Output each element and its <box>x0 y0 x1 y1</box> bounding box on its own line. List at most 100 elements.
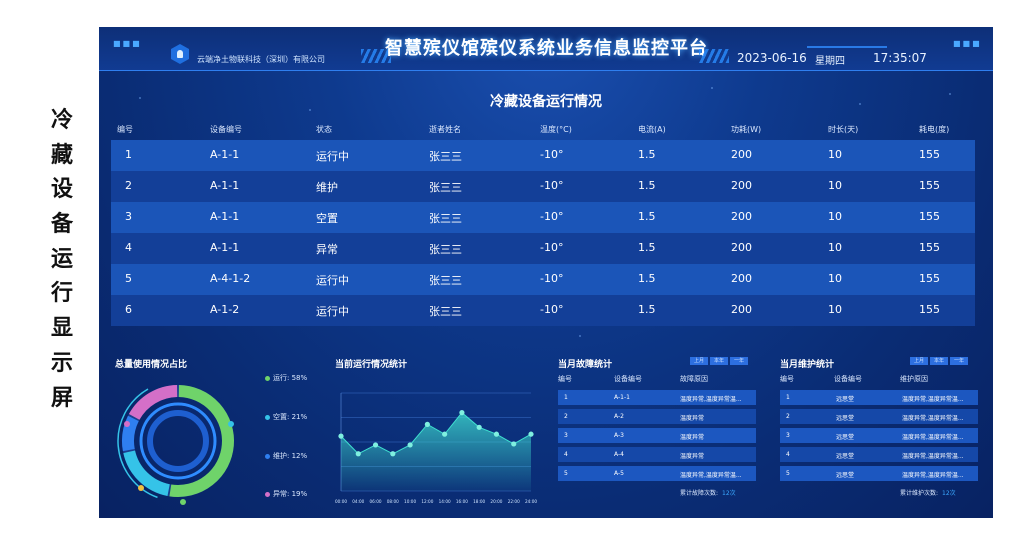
data-point[interactable] <box>407 442 413 448</box>
table-cell: 155 <box>919 179 940 192</box>
table-cell: 2 <box>125 179 132 192</box>
table-cell: 温度异常 <box>680 453 705 460</box>
caption-char: 屏 <box>50 385 73 411</box>
table-row[interactable]: 4 远思堂 温度异常,温度异常温... <box>780 447 978 462</box>
maintenance-period-tabs: 上月 本年 一年 <box>908 357 968 365</box>
donut-marker-dot-1 <box>228 421 234 427</box>
usage-donut-chart <box>117 385 234 505</box>
table-cell: 运行中 <box>316 305 349 318</box>
table-header: 编号 设备编号 状态 逝者姓名 温度(°C) 电流(A) 功耗(W) 时长(天)… <box>111 122 975 140</box>
table-title: 冷藏设备运行情况 <box>490 94 602 110</box>
table-cell: 5 <box>786 470 790 477</box>
table-cell: A-1-1 <box>614 394 630 401</box>
caption-char: 行 <box>50 281 73 307</box>
table-cell: -10° <box>540 241 564 254</box>
x-tick-label: 12:00 <box>421 499 433 504</box>
table-cell: 1.5 <box>638 272 656 285</box>
data-point[interactable] <box>511 441 517 447</box>
table-cell: 温度异常,温度异常温... <box>902 396 964 403</box>
table-row[interactable]: 1 A-1-1 运行中 张三三 -10° 1.5 200 10 155 <box>111 140 975 171</box>
data-point[interactable] <box>372 442 379 448</box>
table-cell: -10° <box>540 148 564 161</box>
donut-slice-1 <box>123 450 171 497</box>
tab-last-month[interactable]: 上月 <box>690 357 708 365</box>
data-point[interactable] <box>493 431 500 437</box>
table-row[interactable]: 1 A-1-1 温度异常,温度异常温... <box>558 390 756 405</box>
table-row[interactable]: 3 A-1-1 空置 张三三 -10° 1.5 200 10 155 <box>111 202 975 233</box>
current-date: 2023-06-16 <box>737 51 807 65</box>
table-cell: A-5 <box>614 470 624 477</box>
current-time: 17:35:07 <box>873 51 927 65</box>
data-point[interactable] <box>442 431 448 437</box>
x-tick-label: 06:00 <box>370 499 382 504</box>
column-header: 逝者姓名 <box>429 125 461 134</box>
table-row[interactable]: 5 A-5 温度异常,温度异常温... <box>558 466 756 481</box>
table-cell: A-3 <box>614 432 624 439</box>
data-point[interactable] <box>338 433 344 439</box>
area-fill <box>341 412 531 491</box>
table-row[interactable]: 3 远思堂 温度异常,温度异常温... <box>780 428 978 443</box>
data-point[interactable] <box>390 451 396 457</box>
column-header: 时长(天) <box>828 125 859 134</box>
tab-one-year[interactable]: 一年 <box>730 357 748 365</box>
maintenance-total: 累计维护次数: 12次 <box>900 488 956 497</box>
tab-last-month[interactable]: 上月 <box>910 357 928 365</box>
caption-char: 藏 <box>50 142 73 168</box>
table-cell: 空置 <box>316 212 338 225</box>
table-cell: 3 <box>125 210 132 223</box>
table-row[interactable]: 4 A-4 温度异常 <box>558 447 756 462</box>
tab-one-year[interactable]: 一年 <box>950 357 968 365</box>
tab-this-year[interactable]: 本年 <box>710 357 728 365</box>
x-tick-label: 18:00 <box>473 499 485 504</box>
tab-this-year[interactable]: 本年 <box>930 357 948 365</box>
clock-accent-line <box>807 46 887 48</box>
data-point[interactable] <box>459 410 465 416</box>
table-cell: A-1-1 <box>210 148 240 161</box>
legend-label: 运行: 58% <box>273 374 308 382</box>
table-cell: 温度异常,温度异常温... <box>902 434 964 441</box>
table-row[interactable]: 1 远思堂 温度异常,温度异常温... <box>780 390 978 405</box>
table-cell: 10 <box>828 272 842 285</box>
current-weekday: 星期四 <box>815 56 845 67</box>
caption-char: 运 <box>50 246 73 272</box>
maintenance-total-value: 12次 <box>942 490 956 497</box>
column-header: 编号 <box>117 125 133 134</box>
table-cell: 1 <box>564 394 568 401</box>
table-cell: 200 <box>731 241 752 254</box>
table-body: 1 A-1-1 运行中 张三三 -10° 1.5 200 10 155 2 A-1-1 维护 张三三 -1… <box>111 140 975 326</box>
running-area-chart: 00:00 04:00 06:00 08:00 10:00 12:00 14:00 16:00… <box>335 392 537 504</box>
bg-star <box>711 87 713 89</box>
usage-title: 总量使用情况占比 <box>115 360 188 370</box>
data-point[interactable] <box>355 451 361 457</box>
table-row[interactable]: 5 远思堂 温度异常,温度异常温... <box>780 466 978 481</box>
table-row[interactable]: 2 远思堂 温度异常,温度异常温... <box>780 409 978 424</box>
table-cell: A-1-2 <box>210 303 240 316</box>
table-cell: A-1-1 <box>210 241 240 254</box>
table-cell: 1.5 <box>638 179 656 192</box>
table-cell: A-2 <box>614 413 624 420</box>
table-cell: 200 <box>731 179 752 192</box>
header: ■■■ ■■■ 云端净土物联科技（深圳）有限公司 智慧殡仪馆殡仪系统业务信息监控… <box>99 27 993 73</box>
table-row[interactable]: 5 A-4-1-2 运行中 张三三 -10° 1.5 200 10 155 <box>111 264 975 295</box>
table-cell: 异常 <box>316 243 338 256</box>
caption-char: 显 <box>50 316 73 342</box>
legend-swatch <box>265 453 270 459</box>
data-point[interactable] <box>528 431 534 437</box>
donut-marker-dot-2 <box>138 485 144 491</box>
table-row[interactable]: 4 A-1-1 异常 张三三 -10° 1.5 200 10 155 <box>111 233 975 264</box>
column-header: 维护原因 <box>900 375 928 383</box>
x-tick-label: 20:00 <box>490 499 502 504</box>
table-cell: 1 <box>786 394 790 401</box>
table-cell: 4 <box>564 451 568 458</box>
table-row[interactable]: 2 A-2 温度异常 <box>558 409 756 424</box>
table-cell: 5 <box>125 272 132 285</box>
table-row[interactable]: 6 A-1-2 运行中 张三三 -10° 1.5 200 10 155 <box>111 295 975 326</box>
table-cell: 10 <box>828 303 842 316</box>
fault-total: 累计故障次数: 12次 <box>680 488 736 497</box>
table-row[interactable]: 3 A-3 温度异常 <box>558 428 756 443</box>
data-point[interactable] <box>476 424 482 430</box>
table-row[interactable]: 2 A-1-1 维护 张三三 -10° 1.5 200 10 155 <box>111 171 975 202</box>
data-point[interactable] <box>424 421 430 427</box>
table-cell: 155 <box>919 210 940 223</box>
side-caption: 冷 藏 设 备 运 行 显 示 屏 <box>44 104 80 416</box>
